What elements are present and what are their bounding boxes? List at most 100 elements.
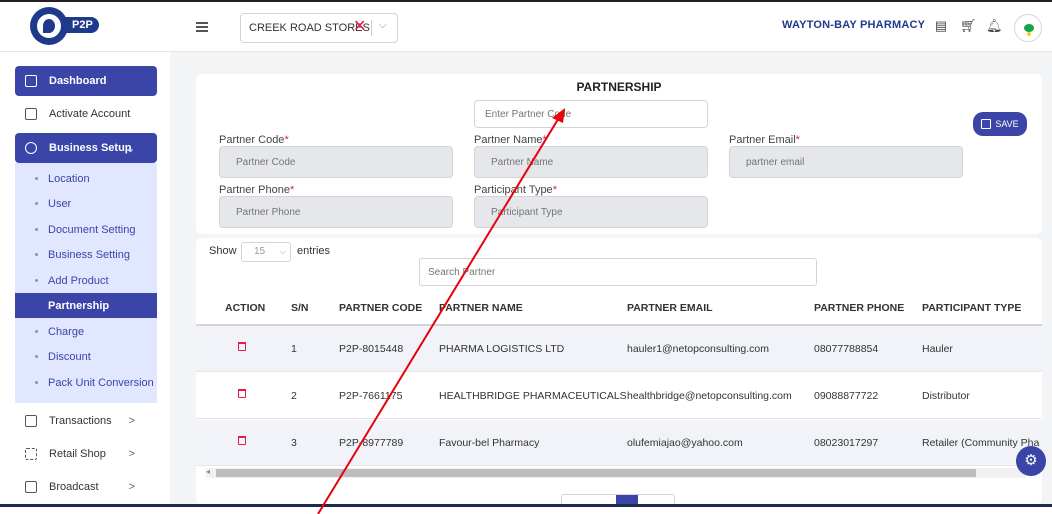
hamburger-menu-icon[interactable] xyxy=(196,22,208,32)
clear-store-icon[interactable]: ✕ xyxy=(353,18,366,36)
cart-icon[interactable]: 🛒︎ xyxy=(960,19,977,33)
cell-partner-phone: 08023017297 xyxy=(814,437,879,449)
sidebar-item-transactions[interactable]: Transactions > xyxy=(15,406,157,436)
column-header-partner-phone[interactable]: PARTNER PHONE xyxy=(814,302,904,314)
pharmacy-name: WAYTON-BAY PHARMACY xyxy=(782,19,926,31)
bullet-icon xyxy=(35,228,38,231)
sidebar-subitem-charge[interactable]: Charge xyxy=(15,319,157,344)
cell-participant-type: Distributor xyxy=(922,390,970,402)
scrollbar-thumb[interactable] xyxy=(216,469,976,477)
partner-name-field[interactable] xyxy=(474,146,708,178)
partner-name-label: Partner Name* xyxy=(474,134,547,146)
chevron-down-icon: ⌄ xyxy=(125,142,135,155)
avatar[interactable] xyxy=(1014,14,1042,42)
pagination[interactable] xyxy=(561,494,675,504)
table-row: 3 P2P-8977789 Favour-bel Pharmacy olufem… xyxy=(196,420,1042,466)
cell-partner-email: healthbridge@netopconsulting.com xyxy=(627,390,792,402)
sidebar-subitem-pack-unit-conversion[interactable]: Pack Unit Conversion xyxy=(15,370,157,395)
partner-phone-field[interactable] xyxy=(219,196,453,228)
sidebar-subitem-label: Business Setting xyxy=(48,248,130,261)
sidebar-item-label: Retail Shop xyxy=(49,448,106,460)
entries-select[interactable]: 15 ⌵ xyxy=(241,242,291,262)
cell-sn: 3 xyxy=(291,437,297,449)
sidebar-subitem-business-setting[interactable]: Business Setting xyxy=(15,242,157,267)
sidebar-subitem-add-product[interactable]: Add Product xyxy=(15,268,157,293)
folder-icon xyxy=(25,481,37,493)
delete-icon[interactable] xyxy=(238,342,246,351)
logo-mark-icon xyxy=(30,7,68,45)
document-icon[interactable]: ▤ xyxy=(934,19,948,33)
column-header-action[interactable]: ACTION xyxy=(225,302,265,314)
sidebar-subitem-partnership[interactable]: Partnership xyxy=(15,293,157,318)
store-select[interactable]: CREEK ROAD STORES ✕ ⌵ xyxy=(240,13,398,43)
chevron-right-icon: > xyxy=(128,481,135,493)
floppy-disk-icon xyxy=(981,119,992,129)
bullet-icon xyxy=(35,304,38,307)
sidebar-subitem-label: Document Setting xyxy=(48,223,136,236)
header: P2P CREEK ROAD STORES ✕ ⌵ WAYTON-BAY PHA… xyxy=(0,2,1052,52)
partner-email-field[interactable] xyxy=(729,146,963,178)
cell-participant-type: Retailer (Community Pha xyxy=(922,437,1040,449)
delete-icon[interactable] xyxy=(238,436,246,445)
entries-label: entries xyxy=(297,245,331,257)
cell-sn: 1 xyxy=(291,343,297,355)
sidebar-item-retail-shop[interactable]: Retail Shop > xyxy=(15,439,157,469)
chevron-right-icon: > xyxy=(128,415,135,427)
grid-icon xyxy=(25,75,37,87)
column-header-participant-type[interactable]: PARTICIPANT TYPE xyxy=(922,302,1021,314)
partner-code-search-input[interactable] xyxy=(474,100,708,128)
logo-text: P2P xyxy=(64,17,99,33)
cell-partner-name: HEALTHBRIDGE PHARMACEUTICALS xyxy=(439,390,627,402)
cell-sn: 2 xyxy=(291,390,297,402)
partner-email-label: Partner Email* xyxy=(729,134,800,146)
save-button[interactable]: SAVE xyxy=(973,112,1027,136)
pagination-current-page[interactable] xyxy=(616,495,638,504)
table-row: 1 P2P-8015448 PHARMA LOGISTICS LTD haule… xyxy=(196,326,1042,372)
sidebar-item-broadcast[interactable]: Broadcast > xyxy=(15,472,157,502)
delete-icon[interactable] xyxy=(238,389,246,398)
bullet-icon xyxy=(35,355,38,358)
bell-icon[interactable]: 🔔︎ xyxy=(986,19,1003,33)
sidebar-subitem-discount[interactable]: Discount xyxy=(15,344,157,369)
entries-select-value: 15 xyxy=(254,246,266,257)
sidebar-item-label: Activate Account xyxy=(49,108,131,120)
page-title: PARTNERSHIP xyxy=(576,80,662,94)
column-header-partner-email[interactable]: PARTNER EMAIL xyxy=(627,302,713,314)
column-header-partner-name[interactable]: PARTNER NAME xyxy=(439,302,523,314)
cell-partner-name: Favour-bel Pharmacy xyxy=(439,437,540,449)
search-input[interactable] xyxy=(419,258,817,286)
column-header-sn[interactable]: S/N xyxy=(291,302,309,314)
partner-code-field[interactable] xyxy=(219,146,453,178)
participant-type-field[interactable] xyxy=(474,196,708,228)
sidebar-item-label: Business Setup xyxy=(49,142,132,154)
sidebar-subitem-document-setting[interactable]: Document Setting xyxy=(15,217,157,242)
sidebar-subitem-label: Partnership xyxy=(48,299,110,312)
column-header-partner-code[interactable]: PARTNER CODE xyxy=(339,302,422,314)
cell-partner-email: olufemiajao@yahoo.com xyxy=(627,437,743,449)
horizontal-scrollbar[interactable]: ◂ xyxy=(206,467,1026,478)
p2p-logo[interactable]: P2P xyxy=(30,6,102,46)
sidebar-item-label: Broadcast xyxy=(49,481,99,493)
save-button-label: SAVE xyxy=(995,119,1019,129)
select-separator xyxy=(371,20,372,36)
chevron-down-icon[interactable]: ⌵ xyxy=(379,20,387,31)
sidebar-item-dashboard[interactable]: Dashboard xyxy=(15,66,157,96)
sidebar-subitem-label: Location xyxy=(48,172,90,185)
settings-fab-gear-icon[interactable]: ⚙ xyxy=(1016,446,1046,476)
sidebar-item-business-setup[interactable]: Business Setup ⌄ xyxy=(15,133,157,163)
sidebar-item-activate-account[interactable]: Activate Account xyxy=(15,99,157,129)
sidebar-subitem-label: Discount xyxy=(48,350,91,363)
sidebar-item-label: Dashboard xyxy=(49,75,107,87)
partnership-form-card: PARTNERSHIP SAVE Partner Code* Partner N… xyxy=(196,74,1042,234)
partner-phone-label: Partner Phone* xyxy=(219,184,295,196)
scroll-left-icon[interactable]: ◂ xyxy=(206,467,210,476)
bottom-bar xyxy=(0,504,1052,514)
store-select-value: CREEK ROAD STORES xyxy=(249,22,370,34)
sidebar-item-label: Transactions xyxy=(49,415,112,427)
bullet-icon xyxy=(35,381,38,384)
table-row: 2 P2P-7661175 HEALTHBRIDGE PHARMACEUTICA… xyxy=(196,373,1042,419)
sidebar-subitem-location[interactable]: Location xyxy=(15,166,157,191)
shop-icon xyxy=(25,448,37,460)
sidebar-subitem-user[interactable]: User xyxy=(15,191,157,216)
sidebar-subitem-label: Add Product xyxy=(48,274,109,287)
